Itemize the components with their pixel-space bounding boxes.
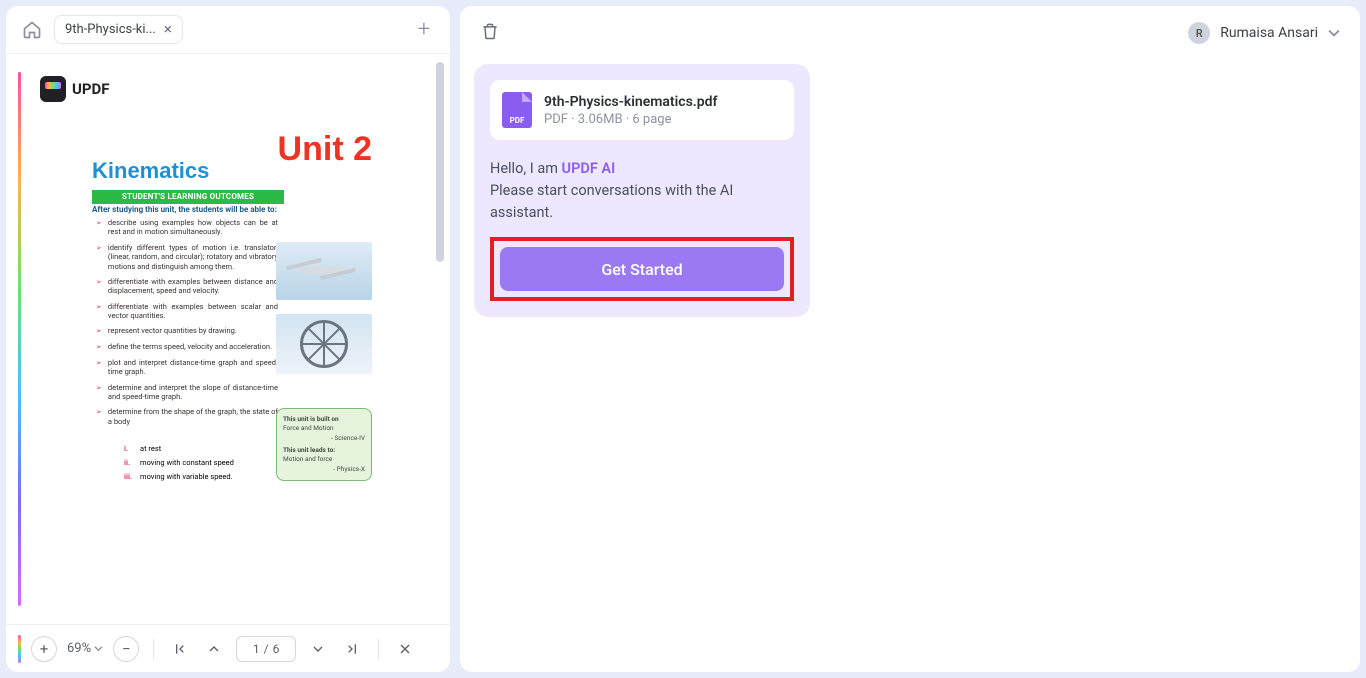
page-1: UPDF Unit 2 Kinematics STUDENT'S LEARNIN…: [14, 62, 432, 616]
sub-outcome-item: iii.moving with variable speed.: [118, 472, 234, 481]
trash-icon[interactable]: [480, 21, 504, 45]
chat-header: R Rumaisa Ansari: [460, 6, 1360, 60]
document-viewport[interactable]: UPDF Unit 2 Kinematics STUDENT'S LEARNIN…: [6, 54, 450, 624]
ai-greeting: Hello, I am UPDF AI Please start convers…: [490, 158, 794, 223]
figure-airplane: [276, 242, 372, 300]
tab-bar: 9th-Physics-ki... × +: [6, 6, 450, 54]
zoom-out-button[interactable]: −: [113, 636, 139, 662]
tab-label: 9th-Physics-ki...: [65, 22, 156, 37]
get-started-button[interactable]: Get Started: [500, 247, 784, 291]
last-page-button[interactable]: [340, 637, 364, 661]
outcome-item: plot and interpret distance-time graph a…: [96, 358, 278, 377]
chevron-down-icon: [94, 644, 103, 653]
outcomes-intro: After studying this unit, the students w…: [92, 205, 277, 214]
pdf-file-icon: [502, 92, 532, 128]
add-tab-button[interactable]: +: [410, 16, 438, 44]
sub-outcome-item: ii.moving with constant speed: [118, 458, 234, 467]
outcome-item: represent vector quantities by drawing.: [96, 326, 278, 336]
file-name: 9th-Physics-kinematics.pdf: [544, 94, 717, 110]
file-subtitle: PDF · 3.06MB · 6 page: [544, 112, 717, 127]
outcome-item: determine from the shape of the graph, t…: [96, 407, 278, 426]
separator: [153, 639, 154, 659]
viewer-toolbar: + 69% − 1 / 6: [6, 624, 450, 672]
brand-stripe-small: [18, 635, 21, 663]
outcome-item: differentiate with examples between scal…: [96, 302, 278, 321]
cta-highlight-box: Get Started: [490, 237, 794, 301]
figure-ferris-wheel: [276, 314, 372, 374]
pdf-viewer-panel: 9th-Physics-ki... × + UPDF Unit 2 Kinema…: [6, 6, 450, 672]
unit-title: Unit 2: [278, 130, 372, 169]
sub-outcome-item: i.at rest: [118, 444, 234, 453]
info-box: This unit is built on Force and Motion -…: [276, 408, 372, 481]
updf-badge-icon: [40, 76, 66, 102]
outcome-item: identify different types of motion i.e. …: [96, 243, 278, 271]
prev-page-button[interactable]: [202, 637, 226, 661]
ai-welcome-card: 9th-Physics-kinematics.pdf PDF · 3.06MB …: [474, 64, 810, 317]
outcome-item: determine and interpret the slope of dis…: [96, 383, 278, 402]
outcome-item: differentiate with examples between dist…: [96, 277, 278, 296]
subject-title: Kinematics: [92, 158, 209, 184]
file-meta: 9th-Physics-kinematics.pdf PDF · 3.06MB …: [544, 94, 717, 127]
updf-logo-text: UPDF: [72, 80, 110, 98]
outcome-item: define the terms speed, velocity and acc…: [96, 342, 278, 352]
separator: [378, 639, 379, 659]
avatar: R: [1188, 22, 1210, 44]
user-menu[interactable]: R Rumaisa Ansari: [1188, 22, 1340, 44]
home-icon[interactable]: [18, 16, 46, 44]
close-icon[interactable]: ×: [164, 22, 172, 37]
sub-outcomes: i.at rest ii.moving with constant speed …: [118, 444, 234, 486]
first-page-button[interactable]: [168, 637, 192, 661]
user-name: Rumaisa Ansari: [1220, 25, 1318, 41]
file-chip[interactable]: 9th-Physics-kinematics.pdf PDF · 3.06MB …: [490, 80, 794, 140]
outcomes-list: describe using examples how objects can …: [96, 218, 278, 432]
zoom-in-button[interactable]: +: [31, 636, 57, 662]
scrollbar-thumb[interactable]: [436, 62, 444, 262]
outcome-item: describe using examples how objects can …: [96, 218, 278, 237]
next-page-button[interactable]: [306, 637, 330, 661]
brand-stripe: [18, 72, 21, 606]
document-tab[interactable]: 9th-Physics-ki... ×: [54, 15, 183, 44]
page-indicator[interactable]: 1 / 6: [236, 636, 296, 662]
close-viewer-button[interactable]: [393, 637, 417, 661]
updf-logo: UPDF: [40, 76, 424, 102]
scrollbar[interactable]: [436, 62, 444, 616]
outcomes-header: STUDENT'S LEARNING OUTCOMES: [92, 190, 284, 204]
zoom-level[interactable]: 69%: [67, 641, 103, 656]
chevron-down-icon: [1328, 27, 1340, 39]
ai-chat-panel: R Rumaisa Ansari 9th-Physics-kinematics.…: [460, 6, 1360, 672]
